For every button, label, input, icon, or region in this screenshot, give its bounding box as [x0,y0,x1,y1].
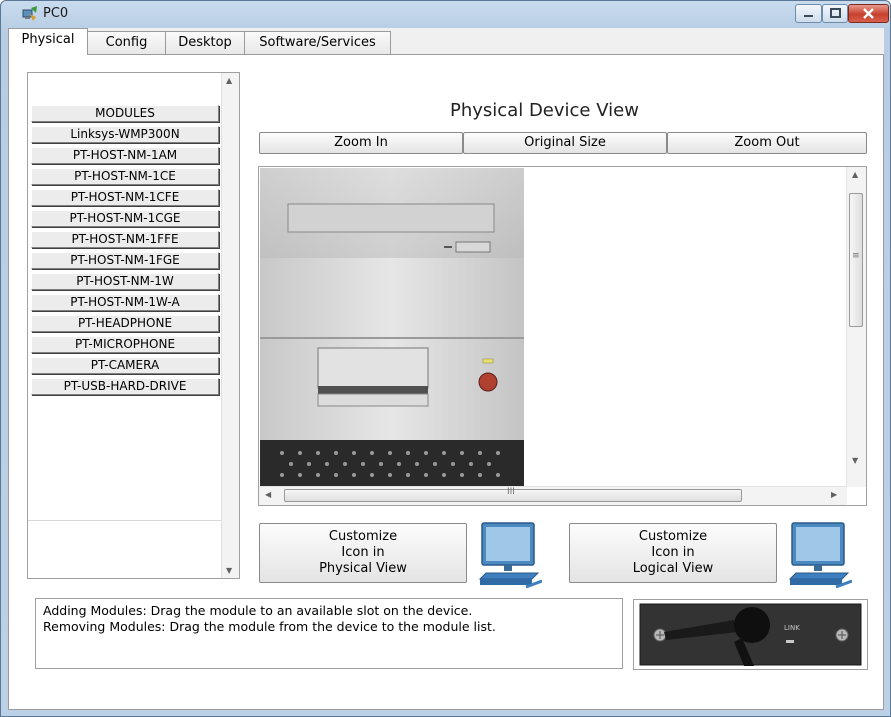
instruction-line: Adding Modules: Drag the module to an av… [43,603,473,618]
maximize-icon [830,8,841,18]
tab-software-services[interactable]: Software/Services [244,31,391,54]
customize-label: Physical View [319,561,407,576]
view-vertical-scrollbar[interactable]: ▲ ≡ ▼ [846,167,866,487]
close-button[interactable] [848,4,889,23]
customize-label: Icon in [341,545,385,560]
minimize-icon [804,15,813,17]
pc-icon [22,6,37,21]
scroll-up-icon[interactable]: ▲ [852,170,858,179]
tab-config[interactable]: Config [87,31,166,54]
original-size-button[interactable]: Original Size [463,132,667,154]
module-item[interactable]: PT-CAMERA [31,357,219,374]
maximize-button[interactable] [822,4,848,23]
close-icon [863,8,874,19]
device-view-area[interactable]: ▲ ≡ ▼ ◀ III ▶ [258,166,867,506]
module-list[interactable]: MODULES Linksys-WMP300N PT-HOST-NM-1AM P… [27,72,240,579]
computer-icon [788,522,852,589]
customize-label: Logical View [632,561,714,576]
scroll-right-icon[interactable]: ▶ [831,490,837,499]
scroll-left-icon[interactable]: ◀ [265,490,271,499]
zoom-in-button[interactable]: Zoom In [259,132,463,154]
instruction-line: Removing Modules: Drag the module from t… [43,619,496,634]
scroll-down-icon[interactable]: ▼ [852,456,858,465]
module-preview: LINK [633,599,868,670]
minimize-button[interactable] [795,4,822,23]
module-instructions: Adding Modules: Drag the module to an av… [35,598,623,669]
view-horizontal-scrollbar[interactable]: ◀ III ▶ [259,486,847,505]
module-item[interactable]: PT-HEADPHONE [31,315,219,332]
list-divider [28,520,221,521]
tab-bar: Physical Config Desktop Software/Service… [8,28,884,55]
module-item[interactable]: PT-HOST-NM-1CE [31,168,219,185]
module-item[interactable]: PT-HOST-NM-1CFE [31,189,219,206]
physical-device-view-title: Physical Device View [450,100,639,121]
title-bar[interactable]: PC0 [1,1,890,27]
tab-physical-label: Physical [21,32,75,47]
module-item[interactable]: PT-USB-HARD-DRIVE [31,378,219,395]
module-item[interactable]: PT-HOST-NM-1FGE [31,252,219,269]
customize-label: Customize [328,529,398,544]
module-image: LINK [639,603,862,666]
scroll-down-icon[interactable]: ▼ [226,566,232,575]
window-title: PC0 [43,6,69,21]
module-item[interactable]: PT-HOST-NM-1FFE [31,231,219,248]
module-item[interactable]: PT-HOST-NM-1W-A [31,294,219,311]
grip-icon: ≡ [852,251,860,261]
customize-physical-view-button[interactable]: Customize Icon in Physical View [259,523,467,583]
scroll-up-icon[interactable]: ▲ [226,76,232,85]
customize-label: Icon in [651,545,695,560]
module-item[interactable]: PT-HOST-NM-1W [31,273,219,290]
module-item[interactable]: PT-HOST-NM-1AM [31,147,219,164]
module-item[interactable]: Linksys-WMP300N [31,126,219,143]
tab-desktop-label: Desktop [178,35,232,50]
tab-config-label: Config [105,35,148,50]
customize-logical-view-button[interactable]: Customize Icon in Logical View [569,523,777,583]
module-item[interactable]: PT-MICROPHONE [31,336,219,353]
pc-chassis-image[interactable] [260,168,524,487]
tab-software-services-label: Software/Services [259,35,376,50]
computer-icon [478,522,542,589]
zoom-out-button[interactable]: Zoom Out [667,132,867,154]
module-header[interactable]: MODULES [31,105,219,122]
module-item[interactable]: PT-HOST-NM-1CGE [31,210,219,227]
module-list-scrollbar[interactable]: ▲ ▼ [221,73,239,578]
link-label: LINK [784,624,800,632]
grip-icon: III [507,487,515,497]
tab-physical[interactable]: Physical [8,28,88,55]
customize-label: Customize [638,529,708,544]
tab-desktop[interactable]: Desktop [165,31,245,54]
